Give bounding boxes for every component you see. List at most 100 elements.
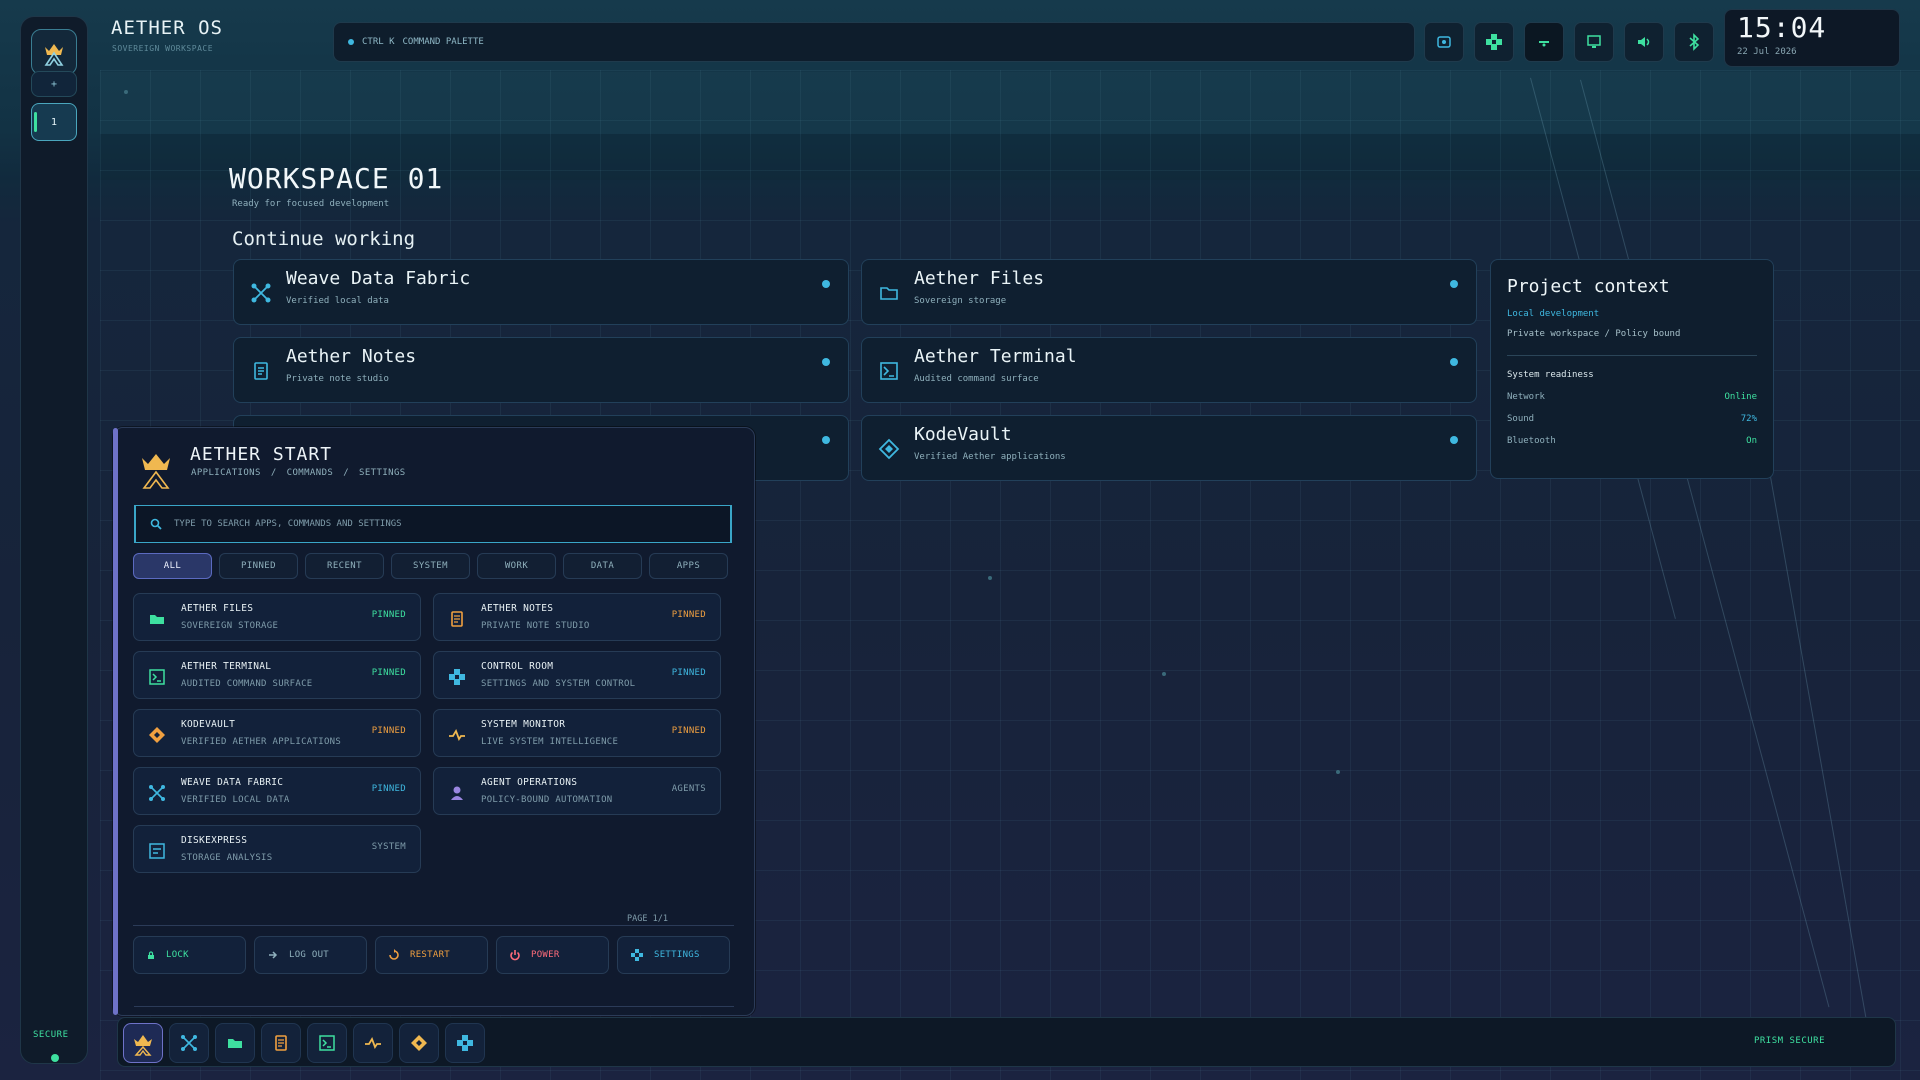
readiness-label: Bluetooth [1507, 436, 1556, 446]
app-aether-files[interactable]: AETHER FILES SOVEREIGN STORAGE PINNED [133, 593, 421, 641]
app-tag: SYSTEM [371, 842, 406, 852]
lock-button[interactable]: LOCK [133, 936, 246, 974]
app-kodevault[interactable]: KODEVAULT VERIFIED AETHER APPLICATIONS P… [133, 709, 421, 757]
context-title: Project context [1507, 276, 1670, 297]
card-kodevault[interactable]: KodeVault Verified Aether applications [861, 415, 1477, 481]
power-button[interactable]: POWER [496, 936, 609, 974]
search-placeholder: TYPE TO SEARCH APPS, COMMANDS AND SETTIN… [174, 519, 402, 529]
app-name: AETHER FILES [181, 603, 254, 614]
crumb-settings[interactable]: SETTINGS [359, 468, 406, 478]
app-control-room[interactable]: CONTROL ROOM SETTINGS AND SYSTEM CONTROL… [433, 651, 721, 699]
app-system-monitor[interactable]: SYSTEM MONITOR LIVE SYSTEM INTELLIGENCE … [433, 709, 721, 757]
network-button[interactable] [1524, 22, 1564, 62]
card-status-dot [1450, 358, 1458, 366]
page-indicator: PAGE 1/1 [627, 914, 668, 924]
folder-icon [150, 615, 164, 624]
app-weave-data-fabric[interactable]: WEAVE DATA FABRIC VERIFIED LOCAL DATA PI… [133, 767, 421, 815]
terminal-icon [319, 1035, 335, 1051]
settings-icon [631, 949, 643, 961]
continue-working-heading: Continue working [232, 228, 416, 250]
card-title: Aether Terminal [914, 346, 1077, 367]
tab-work[interactable]: WORK [477, 553, 556, 579]
os-title: AETHER OS [111, 17, 223, 39]
display-icon [1587, 35, 1601, 48]
power-label: POWER [531, 950, 560, 960]
lock-label: LOCK [166, 950, 189, 960]
card-status-dot [822, 280, 830, 288]
card-aether-notes[interactable]: Aether Notes Private note studio [233, 337, 849, 403]
command-palette-bar[interactable]: CTRL K COMMAND PALETTE [333, 22, 1415, 62]
dock-aether-files[interactable] [215, 1023, 255, 1063]
disk-icon [149, 843, 165, 859]
agent-icon [451, 786, 463, 800]
dock-weave-data-fabric[interactable] [169, 1023, 209, 1063]
aether-start-icon [134, 1035, 152, 1056]
crown-logo-icon [44, 44, 64, 66]
control-room-button[interactable] [1474, 22, 1514, 62]
restart-button[interactable]: RESTART [375, 936, 488, 974]
app-aether-terminal[interactable]: AETHER TERMINAL AUDITED COMMAND SURFACE … [133, 651, 421, 699]
bluetooth-button[interactable] [1674, 22, 1714, 62]
dock-kodevault[interactable] [399, 1023, 439, 1063]
app-name: SYSTEM MONITOR [481, 719, 566, 730]
crumb-applications[interactable]: APPLICATIONS [191, 468, 261, 478]
app-desc: VERIFIED AETHER APPLICATIONS [181, 737, 342, 747]
readiness-row-bluetooth: Bluetooth On [1507, 436, 1757, 446]
app-tag: AGENTS [671, 784, 706, 794]
app-name: AETHER TERMINAL [181, 661, 272, 672]
settings-button[interactable]: SETTINGS [617, 936, 730, 974]
control-room-icon [457, 1035, 473, 1051]
crumb-commands[interactable]: COMMANDS [287, 468, 334, 478]
workspace-1-button[interactable]: 1 [31, 103, 77, 141]
tab-system[interactable]: SYSTEM [391, 553, 470, 579]
logout-button[interactable]: LOG OUT [254, 936, 367, 974]
app-tag: PINNED [371, 726, 406, 736]
vault-icon [878, 438, 900, 460]
sound-button[interactable] [1624, 22, 1664, 62]
card-title: Aether Notes [286, 346, 417, 367]
app-aether-notes[interactable]: AETHER NOTES PRIVATE NOTE STUDIO PINNED [433, 593, 721, 641]
context-divider [1507, 355, 1757, 356]
app-name: DISKEXPRESS [181, 835, 248, 846]
dock-system-monitor[interactable] [353, 1023, 393, 1063]
restart-icon [389, 949, 399, 960]
tab-all[interactable]: ALL [133, 553, 212, 579]
sound-icon [1638, 37, 1650, 47]
tab-data[interactable]: DATA [563, 553, 642, 579]
card-aether-terminal[interactable]: Aether Terminal Audited command surface [861, 337, 1477, 403]
tab-apps[interactable]: APPS [649, 553, 728, 579]
card-subtitle: Verified Aether applications [914, 452, 1066, 462]
readiness-label: Network [1507, 392, 1545, 402]
dock-aether-terminal[interactable] [307, 1023, 347, 1063]
decor-dot [124, 90, 128, 94]
card-weave-data-fabric[interactable]: Weave Data Fabric Verified local data [233, 259, 849, 325]
aether-logo-button[interactable] [31, 29, 77, 75]
card-status-dot [822, 358, 830, 366]
card-status-dot [1450, 436, 1458, 444]
app-agent-operations[interactable]: AGENT OPERATIONS POLICY-BOUND AUTOMATION… [433, 767, 721, 815]
monitor-icon [449, 728, 465, 741]
add-workspace-button[interactable]: + [31, 71, 77, 97]
workspace-title: WORKSPACE 01 [229, 162, 444, 195]
card-subtitle: Audited command surface [914, 374, 1039, 384]
dock-aether-notes[interactable] [261, 1023, 301, 1063]
tab-pinned[interactable]: PINNED [219, 553, 298, 579]
display-button[interactable] [1574, 22, 1614, 62]
taskbar-dock: PRISM SECURE [117, 1017, 1896, 1067]
tab-recent[interactable]: RECENT [305, 553, 384, 579]
clock-widget[interactable]: 15:04 22 Jul 2026 [1724, 9, 1900, 67]
app-tag: PINNED [371, 610, 406, 620]
card-aether-files[interactable]: Aether Files Sovereign storage [861, 259, 1477, 325]
readiness-row-sound: Sound 72% [1507, 414, 1757, 424]
dock-aether-start[interactable] [123, 1023, 163, 1063]
start-search-input[interactable]: TYPE TO SEARCH APPS, COMMANDS AND SETTIN… [134, 505, 732, 543]
start-title: AETHER START [190, 444, 333, 465]
app-name: CONTROL ROOM [481, 661, 554, 672]
readiness-value: 72% [1740, 414, 1757, 424]
crown-logo-icon [142, 454, 170, 489]
dock-control-room[interactable] [445, 1023, 485, 1063]
screen-record-button[interactable] [1424, 22, 1464, 62]
app-diskexpress[interactable]: DISKEXPRESS STORAGE ANALYSIS SYSTEM [133, 825, 421, 873]
notes-icon [275, 1035, 287, 1051]
terminal-icon [149, 669, 165, 685]
